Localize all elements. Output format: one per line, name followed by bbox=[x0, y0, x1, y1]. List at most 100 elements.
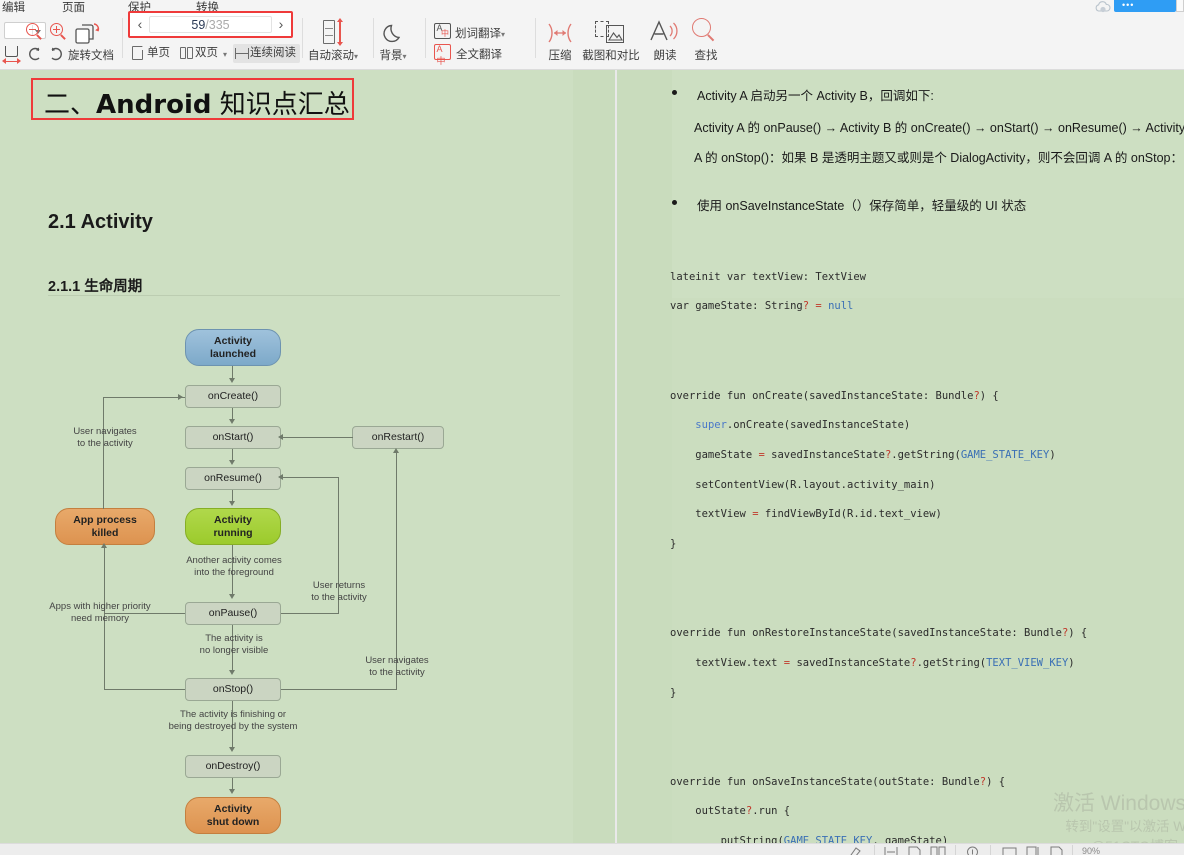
full-translate-icon[interactable]: A中 bbox=[434, 44, 451, 66]
activity-lifecycle-diagram: Activity launched onCreate() onStart() o… bbox=[40, 315, 490, 843]
edge-onrestart-onstart bbox=[283, 437, 353, 439]
screenshot-compare-icon[interactable] bbox=[595, 21, 625, 45]
view-single-icon[interactable] bbox=[1002, 846, 1017, 855]
next-page-button[interactable]: › bbox=[273, 16, 289, 33]
background-caret-icon[interactable]: ▾ bbox=[402, 52, 406, 61]
crop-box bbox=[5, 46, 18, 57]
diagram-node-onstop: onStop() bbox=[185, 678, 281, 701]
double-page-caret-icon[interactable]: ▾ bbox=[223, 45, 227, 64]
zoom-out-minus bbox=[29, 28, 36, 31]
menu-edit[interactable]: 编辑 bbox=[2, 0, 25, 15]
zoom-out-icon[interactable] bbox=[26, 23, 42, 40]
diagram-node-activity-shut-down-label: Activity shut down bbox=[206, 803, 260, 828]
diagram-label-no-longer-visible: The activity is no longer visible bbox=[199, 633, 269, 656]
window-control[interactable] bbox=[1176, 0, 1184, 12]
word-translate-caret-icon[interactable]: ▾ bbox=[501, 30, 505, 39]
edge-ondestroy-shutdown-arrow bbox=[229, 789, 235, 794]
edge-oncreate-onstart-arrow bbox=[229, 419, 235, 424]
view-mode-continuous[interactable]: 连续阅读 bbox=[233, 44, 300, 63]
document-viewport[interactable]: 二、Android 知识点汇总 2.1 Activity 2.1.1 生命周期 … bbox=[0, 70, 1184, 843]
code-line-10: } bbox=[670, 538, 677, 551]
word-translate-label[interactable]: 划词翻译▾ bbox=[455, 25, 505, 41]
double-page-icon[interactable] bbox=[930, 846, 947, 855]
rotate-clockwise-icon[interactable] bbox=[49, 46, 65, 62]
background-label: 背景▾ bbox=[366, 47, 420, 63]
edge-killed-oncreate-v bbox=[103, 397, 105, 509]
view-mode-double-page[interactable]: 双页 ▾ bbox=[178, 44, 230, 63]
edge-memory-arrow bbox=[101, 543, 107, 548]
diagram-label-another-activity: Another activity comes into the foregrou… bbox=[186, 555, 282, 578]
edge-onstop-restart-h bbox=[281, 689, 396, 691]
page-number-input[interactable]: 59/335 bbox=[149, 16, 272, 33]
read-aloud-label[interactable]: 朗读 bbox=[645, 47, 685, 63]
edge-onstop-restart-arrow bbox=[393, 448, 399, 453]
view-mode-continuous-label: 连续阅读 bbox=[250, 47, 296, 59]
auto-scroll-caret-icon[interactable]: ▾ bbox=[354, 52, 358, 61]
highlight-icon[interactable] bbox=[848, 846, 862, 855]
right-bullet-2: 使用 onSaveInstanceState（）保存简单，轻量级的 UI 状态 bbox=[672, 195, 1172, 219]
fit-page-icon[interactable] bbox=[908, 846, 921, 855]
code-line-18: override fun onSaveInstanceState(outStat… bbox=[670, 775, 1006, 788]
cloud-sync-icon[interactable] bbox=[1094, 0, 1112, 13]
document-page-left: 二、Android 知识点汇总 2.1 Activity 2.1.1 生命周期 … bbox=[0, 70, 615, 843]
rotate-counterclockwise-icon[interactable] bbox=[26, 46, 42, 62]
edge-killed-oncreate-arrow bbox=[178, 394, 183, 400]
read-aloud-icon[interactable] bbox=[648, 18, 678, 42]
word-translate-icon[interactable]: A 中 bbox=[434, 23, 451, 39]
edge-memory-h2 bbox=[104, 689, 185, 691]
auto-scroll-label: 自动滚动▾ bbox=[302, 47, 364, 63]
word-translate-subglyph: 中 bbox=[441, 29, 449, 38]
find-icon[interactable] bbox=[692, 18, 716, 42]
find-label[interactable]: 查找 bbox=[686, 47, 726, 63]
full-translate-label[interactable]: 全文翻译 bbox=[456, 46, 502, 62]
heading-2-1-1: 2.1.1 生命周期 bbox=[48, 279, 143, 295]
menu-page[interactable]: 页面 bbox=[62, 0, 85, 15]
pdf-reader-window: 编辑 页面 保护 转换 ••• 旋转文档 ‹ 59/335 › 单页 双页 ▾ … bbox=[0, 0, 1184, 855]
status-sep-1 bbox=[874, 845, 875, 855]
diagram-node-onstop-label: onStop() bbox=[212, 683, 254, 696]
bullet-point-icon-2 bbox=[672, 200, 677, 205]
double-page-icon bbox=[180, 46, 194, 61]
page-navigation: ‹ 59/335 › bbox=[128, 11, 293, 38]
background-icon[interactable] bbox=[381, 21, 405, 45]
code-line-13: override fun onRestoreInstanceState(save… bbox=[670, 627, 1088, 640]
code-line-14: textView.text = savedInstanceState?.getS… bbox=[670, 656, 1075, 669]
diagram-node-activity-launched-label: Activity launched bbox=[209, 335, 257, 360]
total-pages-value: 335 bbox=[208, 18, 230, 32]
view-mode-single-page-label: 单页 bbox=[147, 47, 170, 59]
rotate-document-icon[interactable] bbox=[75, 22, 101, 46]
continuous-scroll-icon bbox=[235, 46, 249, 61]
view-mode-double-page-label: 双页 bbox=[195, 47, 218, 59]
diagram-node-onstart-label: onStart() bbox=[212, 431, 254, 444]
diagram-label-apps-higher-priority: Apps with higher priority need memory bbox=[49, 601, 151, 624]
top-toolbar: 编辑 页面 保护 转换 ••• 旋转文档 ‹ 59/335 › 单页 双页 ▾ … bbox=[0, 0, 1184, 70]
page-title-part1: 二、 bbox=[44, 90, 97, 120]
edge-onresume-running-arrow bbox=[229, 501, 235, 506]
edge-onpause-return-h1 bbox=[281, 613, 339, 615]
code-line-5: override fun onCreate(savedInstanceState… bbox=[670, 389, 999, 402]
crop-page-icon[interactable] bbox=[2, 46, 21, 65]
screenshot-compare-label[interactable]: 截图和对比 bbox=[580, 47, 642, 63]
compress-icon[interactable] bbox=[544, 22, 574, 44]
diagram-node-activity-launched: Activity launched bbox=[185, 329, 281, 366]
fit-width-icon[interactable] bbox=[884, 846, 898, 855]
auto-scroll-icon[interactable] bbox=[321, 18, 343, 46]
diagram-node-onpause: onPause() bbox=[185, 602, 281, 625]
diagram-node-onpause-label: onPause() bbox=[208, 607, 258, 620]
single-page-icon bbox=[132, 46, 146, 61]
compress-label[interactable]: 压缩 bbox=[538, 47, 582, 63]
page-left-inner-shade bbox=[573, 70, 615, 843]
view-mode-single-page[interactable]: 单页 bbox=[130, 44, 174, 63]
account-pill[interactable]: ••• bbox=[1114, 0, 1176, 12]
heading-rule bbox=[48, 295, 560, 296]
view-scroll-icon[interactable] bbox=[1026, 846, 1040, 855]
code-line-8: setContentView(R.layout.activity_main) bbox=[670, 478, 936, 491]
info-icon[interactable] bbox=[966, 846, 979, 855]
prev-page-button[interactable]: ‹ bbox=[132, 16, 148, 33]
page-title-part2: 知识点汇总 bbox=[211, 90, 350, 120]
zoom-value-label[interactable]: 90% bbox=[1082, 846, 1100, 855]
zoom-in-icon[interactable] bbox=[50, 23, 66, 40]
view-thumb-icon[interactable] bbox=[1050, 846, 1063, 855]
